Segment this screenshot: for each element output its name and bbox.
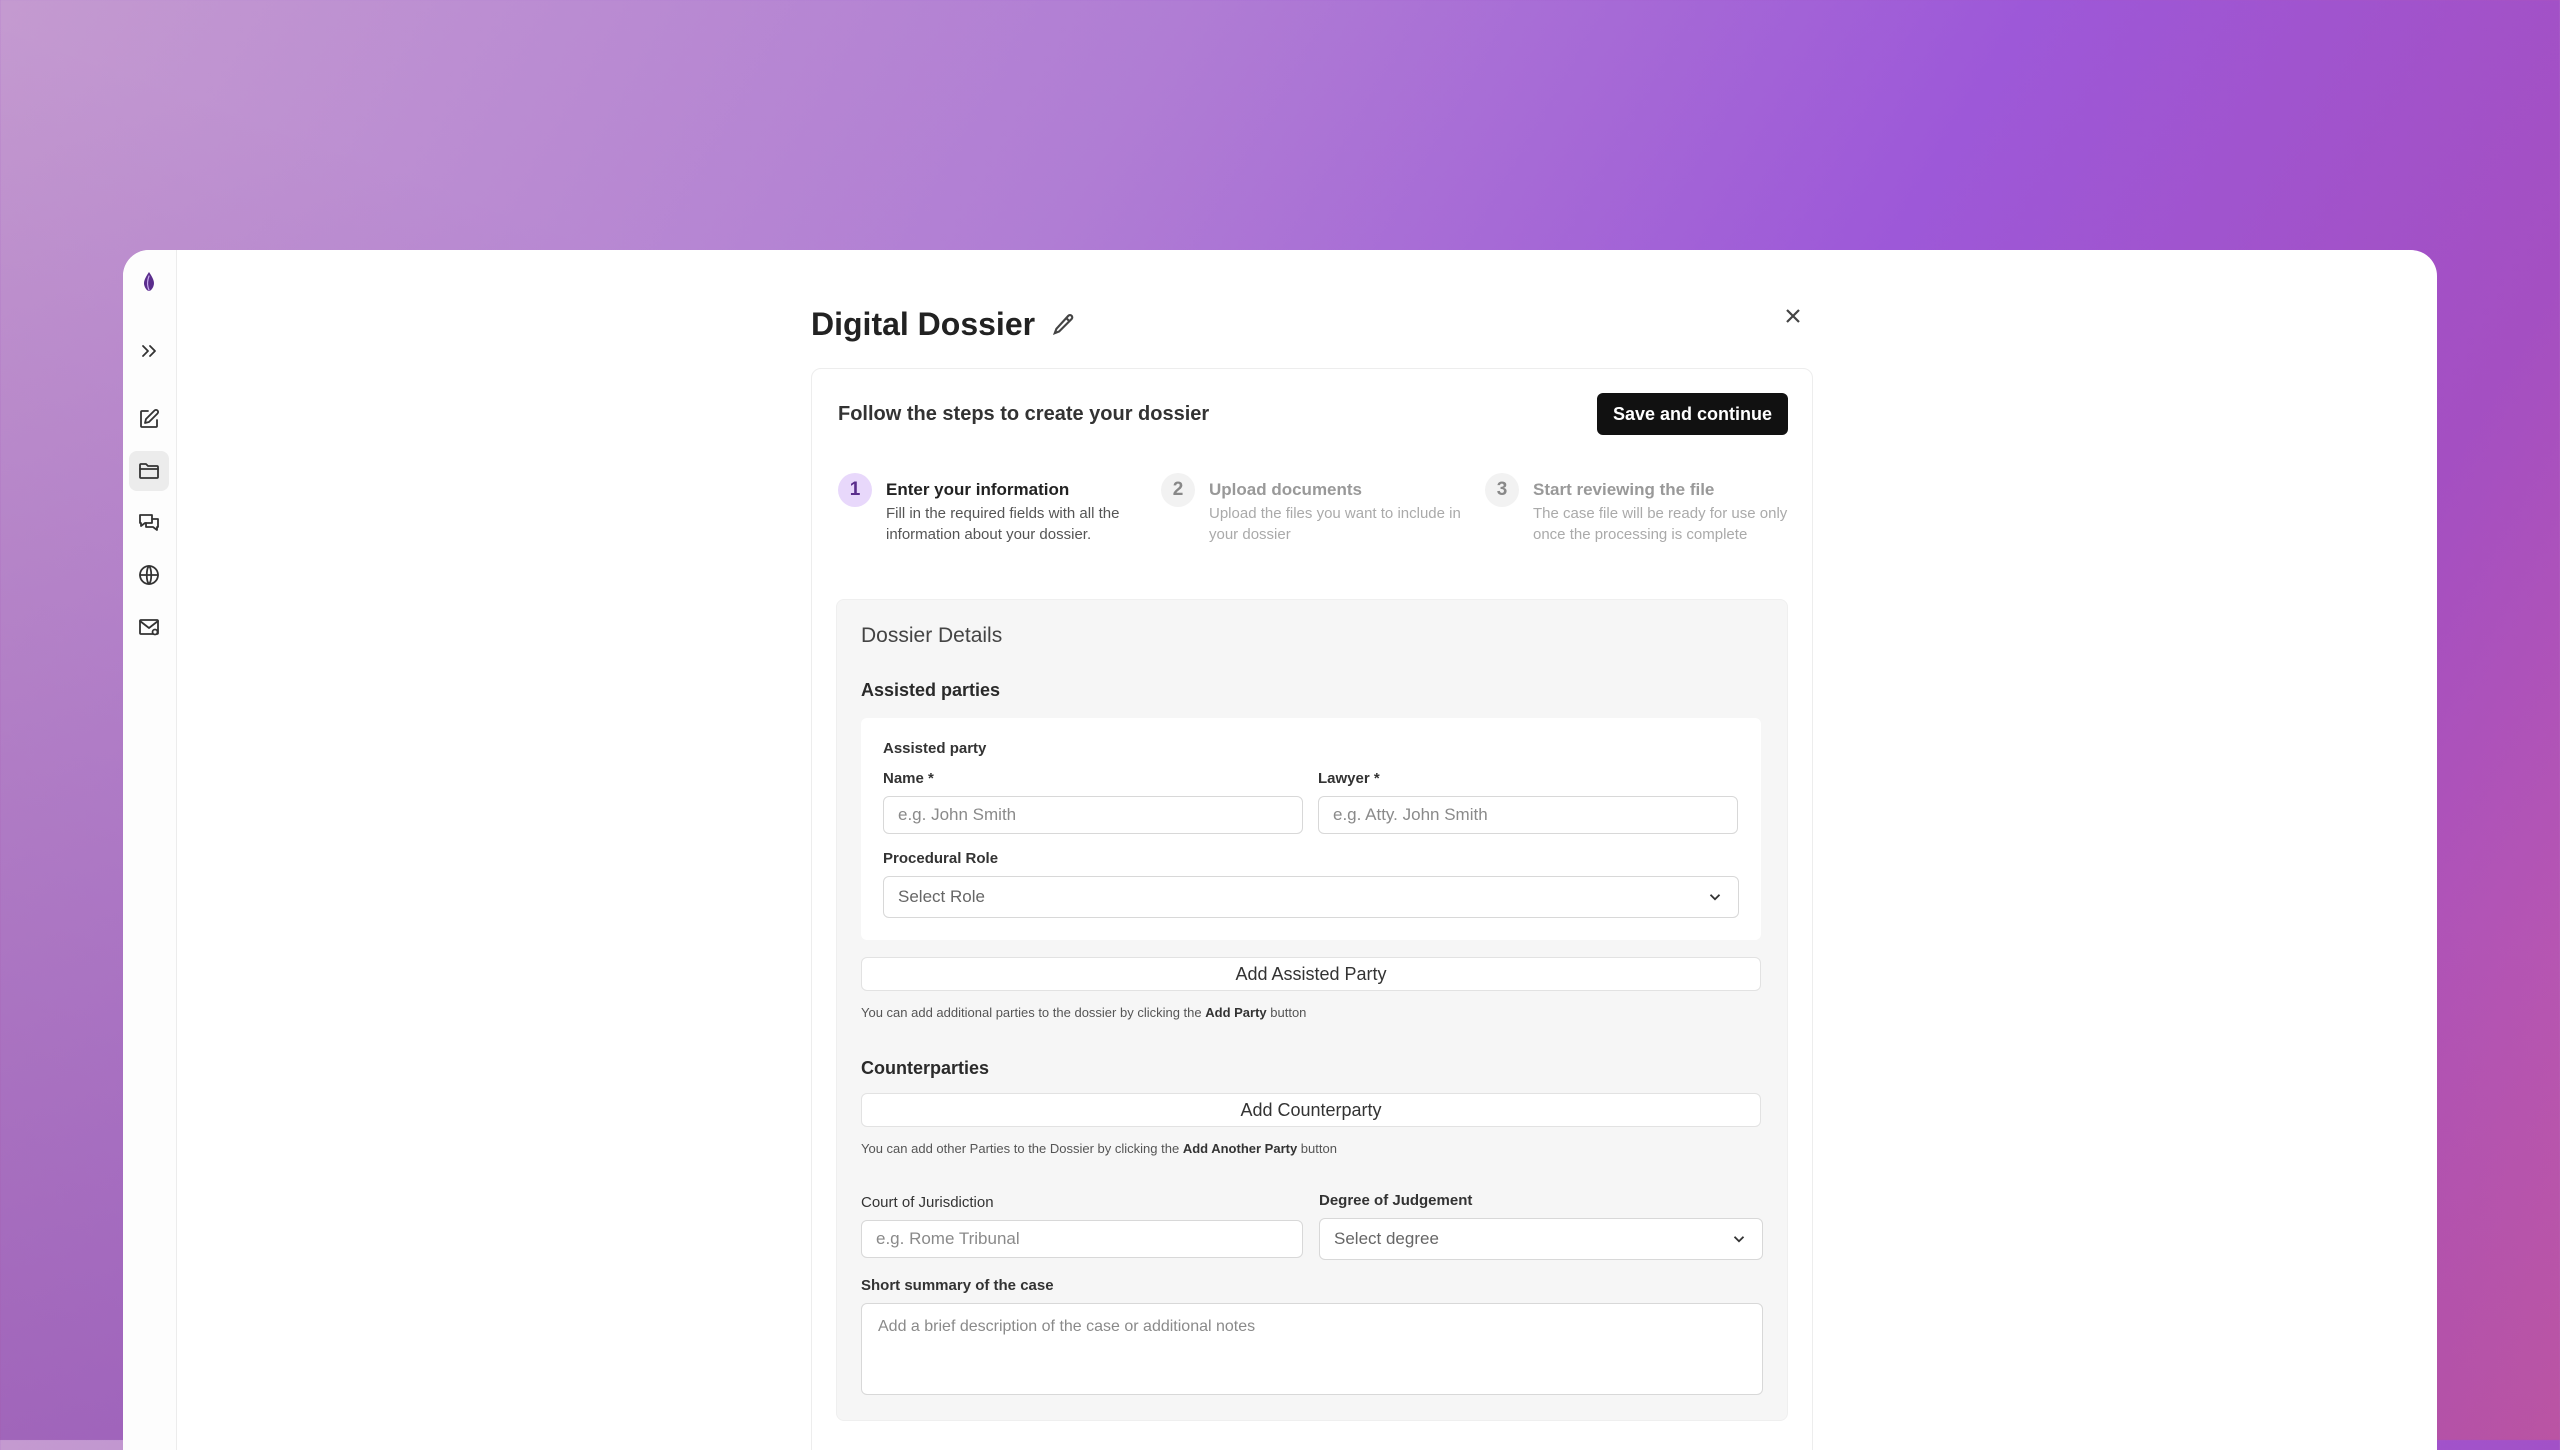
lawyer-input[interactable] [1318,796,1738,834]
new-note-icon[interactable] [129,399,169,439]
degree-value: Select degree [1334,1229,1439,1248]
details-title: Dossier Details [861,624,1003,647]
chat-icon[interactable] [129,503,169,543]
degree-label: Degree of Judgement [1319,1192,1473,1209]
save-and-continue-button[interactable]: Save and continue [1596,393,1788,435]
step-description: Upload the files you want to include in … [1209,505,1461,543]
assisted-parties-title: Assisted parties [861,680,1001,700]
step-number: 1 [838,473,872,507]
procedural-role-label: Procedural Role [883,850,999,867]
dossier-card: Follow the steps to create your dossier … [811,368,1813,1450]
add-assisted-party-button[interactable]: Add Assisted Party [861,957,1761,991]
court-label: Court of Jurisdiction [861,1194,994,1211]
step-description: Fill in the required fields with all the… [886,505,1120,543]
summary-label: Short summary of the case [861,1277,1054,1294]
chevron-down-icon [1733,1236,1745,1243]
step-title: Upload documents [1209,480,1363,499]
assisted-party-hint: You can add additional parties to the do… [861,1005,1307,1020]
procedural-role-select[interactable]: Select Role [883,876,1739,918]
globe-icon[interactable] [129,555,169,595]
app-window: Digital Dossier Follow the steps to crea… [123,250,2437,1450]
step-number: 3 [1485,473,1519,507]
assisted-party-card: Assisted party Name * Lawyer * Procedura… [861,718,1761,940]
sidebar [123,250,177,1450]
court-input[interactable] [861,1220,1303,1258]
degree-select[interactable]: Select degree [1319,1218,1763,1260]
summary-textarea[interactable] [861,1303,1763,1395]
step-description: The case file will be ready for use only… [1533,505,1788,543]
mail-icon[interactable] [129,607,169,647]
lawyer-label: Lawyer * [1318,770,1380,787]
step-number: 2 [1161,473,1195,507]
chevron-down-icon [1709,894,1721,901]
close-icon[interactable] [1781,304,1805,328]
name-label: Name * [883,770,934,787]
add-counterparty-button[interactable]: Add Counterparty [861,1093,1761,1127]
edit-title-icon[interactable] [1051,312,1077,338]
assisted-party-title: Assisted party [883,740,987,757]
dossier-details-panel: Dossier Details Assisted parties Assiste… [836,599,1788,1421]
counterparties-title: Counterparties [861,1058,990,1078]
card-heading: Follow the steps to create your dossier [838,403,1210,425]
folder-icon[interactable] [129,451,169,491]
expand-icon[interactable] [129,331,169,371]
title-row: Digital Dossier [811,306,1077,343]
counterparty-hint: You can add other Parties to the Dossier… [861,1141,1337,1156]
step-title: Enter your information [886,480,1070,499]
name-input[interactable] [883,796,1303,834]
step-title: Start reviewing the file [1533,480,1715,499]
page-title: Digital Dossier [811,306,1036,342]
logo-icon[interactable] [129,262,169,302]
procedural-role-value: Select Role [898,887,985,906]
